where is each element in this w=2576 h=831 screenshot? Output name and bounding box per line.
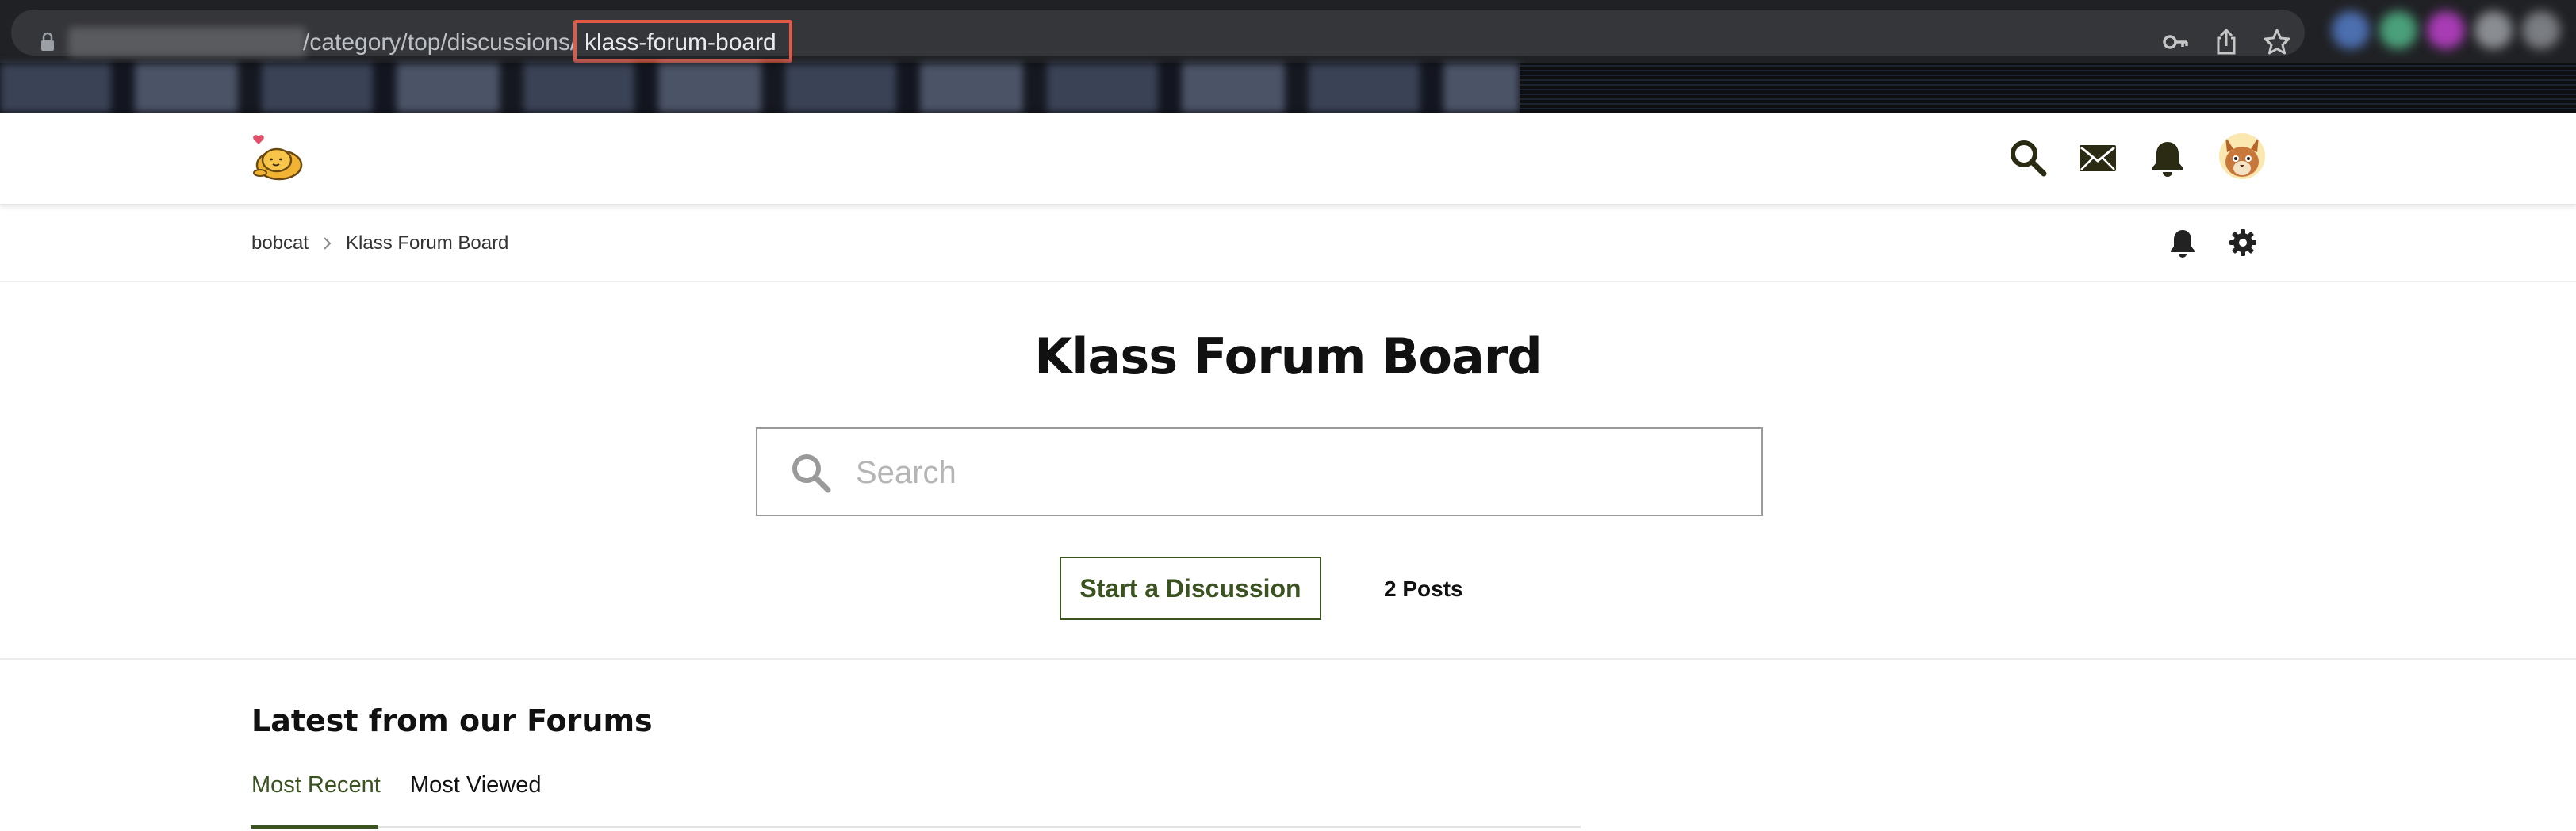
bookmarks-bar [0, 63, 2576, 176]
url-domain-redacted [68, 27, 306, 57]
extension-icon-3[interactable] [2427, 11, 2465, 49]
url-highlight-box: klass-forum-board [573, 20, 792, 63]
latest-section-title: Latest from our Forums [251, 703, 653, 738]
bell-icon[interactable] [2167, 227, 2198, 258]
breadcrumb-item-current: Klass Forum Board [346, 232, 509, 254]
address-bar[interactable]: /category/top/discussions/ klass-forum-b… [11, 10, 2305, 63]
extension-icon-1[interactable] [2332, 11, 2370, 49]
latest-tabs: Most Recent Most Viewed [251, 768, 1581, 829]
avatar[interactable] [2219, 133, 2265, 179]
bobcat-avatar-icon [2219, 133, 2265, 179]
url-slug: klass-forum-board [585, 29, 776, 56]
bookmarks-redacted [0, 63, 1520, 113]
chevron-right-icon [324, 237, 332, 250]
lock-icon [41, 32, 54, 51]
tab-most-viewed[interactable]: Most Viewed [410, 768, 542, 828]
search-input[interactable] [856, 445, 1728, 500]
search-icon [792, 454, 831, 493]
key-icon[interactable] [2160, 27, 2191, 57]
extension-icon-4[interactable] [2474, 11, 2513, 49]
share-icon[interactable] [2211, 27, 2241, 57]
breadcrumb-item-bobcat[interactable]: bobcat [251, 232, 309, 255]
posts-count: 2 Posts [1384, 576, 1463, 601]
mail-icon[interactable] [2078, 138, 2118, 178]
search-box[interactable] [756, 427, 1763, 516]
bookmark-star-icon[interactable] [2262, 27, 2292, 57]
breadcrumb: bobcat Klass Forum Board [0, 205, 2576, 282]
tab-most-recent[interactable]: Most Recent [251, 768, 381, 829]
url-path: /category/top/discussions/ [303, 29, 577, 56]
page-title: Klass Forum Board [1034, 327, 1543, 385]
browser-toolbar: /category/top/discussions/ klass-forum-b… [0, 0, 2576, 63]
bell-icon[interactable] [2148, 138, 2187, 178]
category-hero: Klass Forum Board Start a Discussion 2 P… [0, 282, 2576, 660]
extension-icon-5[interactable] [2522, 11, 2560, 49]
site-logo[interactable] [249, 132, 305, 184]
extension-icon-2[interactable] [2379, 11, 2417, 49]
site-header [0, 113, 2576, 205]
bookmarks-background [1520, 63, 2576, 113]
gear-icon[interactable] [2227, 227, 2259, 258]
start-discussion-button[interactable]: Start a Discussion [1060, 557, 1321, 620]
search-icon[interactable] [2008, 138, 2048, 178]
